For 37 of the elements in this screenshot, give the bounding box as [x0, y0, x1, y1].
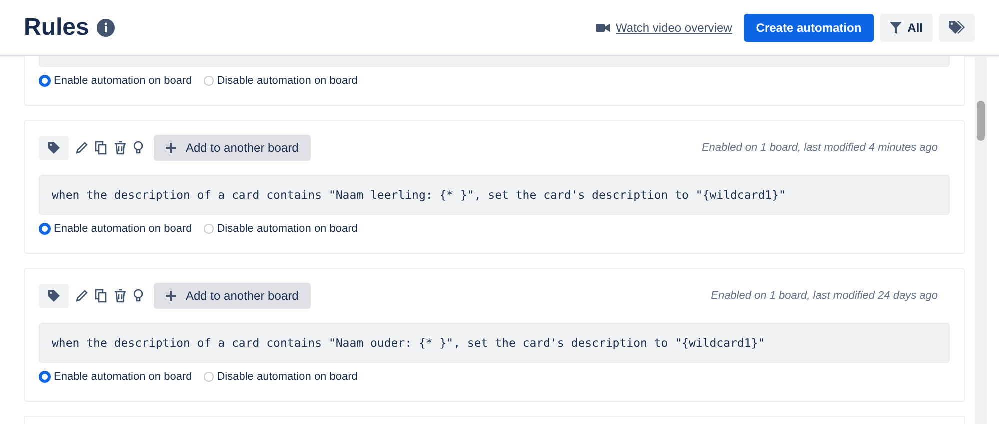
copy-icon[interactable]: [95, 289, 108, 303]
info-icon: [97, 18, 116, 36]
plus-icon: [166, 291, 176, 301]
radio-button[interactable]: [204, 76, 214, 86]
lightbulb-icon[interactable]: [133, 141, 144, 155]
watch-video-link[interactable]: Watch video overview: [616, 20, 732, 34]
add-to-another-board-button[interactable]: Add to another board: [154, 135, 311, 161]
trash-icon[interactable]: [114, 141, 127, 155]
create-automation-button[interactable]: Create automation: [744, 14, 874, 42]
filter-icon: [890, 22, 902, 34]
radio-button[interactable]: [204, 224, 214, 234]
label-button[interactable]: [39, 136, 69, 160]
rule-status-text: Enabled on 1 board, last modified 24 days ago: [711, 290, 938, 302]
edit-icon[interactable]: [75, 141, 89, 155]
edit-icon[interactable]: [75, 289, 89, 303]
tag-icon: [48, 290, 60, 302]
radio-button[interactable]: [39, 75, 51, 87]
radio-button[interactable]: [204, 372, 214, 382]
lightbulb-icon[interactable]: [133, 289, 144, 303]
page-title: Rules: [24, 14, 90, 42]
label-button[interactable]: [39, 284, 69, 308]
copy-icon[interactable]: [95, 141, 108, 155]
radio-button[interactable]: [39, 223, 51, 235]
video-camera-icon: [596, 22, 610, 32]
scrollbar-thumb[interactable]: [977, 101, 985, 141]
filter-button[interactable]: All: [880, 14, 933, 42]
radio-button[interactable]: [39, 371, 51, 383]
tag-icon: [48, 142, 60, 154]
rule-status-text: Enabled on 1 board, last modified 4 minutes ago: [702, 142, 938, 154]
scrollbar[interactable]: [975, 56, 987, 424]
plus-icon: [166, 143, 176, 153]
add-to-another-board-button[interactable]: Add to another board: [154, 283, 311, 309]
labels-button[interactable]: [939, 14, 975, 42]
rule-description-box: when the description of a card contains "Naam ouder: {* }", set the card's description to "{wildcard1}": [39, 323, 950, 363]
tags-icon: [949, 21, 965, 34]
trash-icon[interactable]: [114, 289, 127, 303]
rule-description-box: when the description of a card contains "Naam leerling: {* }", set the card's description to "{wildcard1}": [39, 175, 950, 215]
